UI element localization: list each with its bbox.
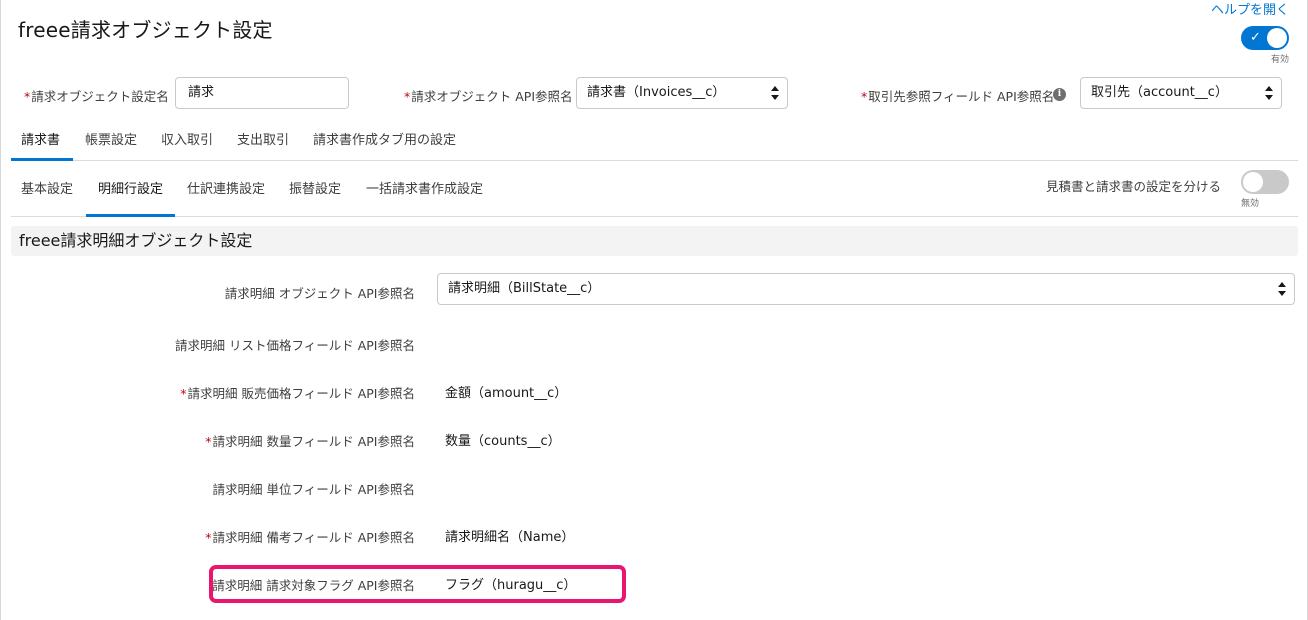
separate-settings-toggle-caption: 無効 <box>1240 199 1259 209</box>
help-link[interactable]: ヘルプを開く <box>1211 0 1289 18</box>
required-marker: * <box>205 434 212 449</box>
page-frame: freee請求オブジェクト設定 ヘルプを開く ✓ 有効 *請求オブジェクト設定名… <box>0 0 1308 620</box>
required-marker: * <box>24 89 31 104</box>
required-marker: * <box>404 89 411 104</box>
object-api-select-value: 請求書（Invoices__c） <box>587 85 726 100</box>
required-marker: * <box>861 89 868 104</box>
enabled-toggle[interactable]: ✓ <box>1241 26 1289 50</box>
tab-form-settings[interactable]: 帳票設定 <box>75 124 147 161</box>
detail-unit-label: 請求明細 単位フィールド API参照名 <box>212 482 415 497</box>
tab-expense-transactions[interactable]: 支出取引 <box>227 124 299 161</box>
detail-quantity-value: 数量（counts__c） <box>445 434 561 449</box>
detail-note-label: *請求明細 備考フィールド API参照名 <box>205 530 415 545</box>
detail-note-value: 請求明細名（Name） <box>445 530 575 545</box>
account-ref-select[interactable]: 取引先（account__c） <box>1080 77 1282 109</box>
tab-invoice[interactable]: 請求書 <box>11 124 73 161</box>
tab-invoice-creation-settings[interactable]: 請求書作成タブ用の設定 <box>303 124 466 161</box>
tab-basic-settings[interactable]: 基本設定 <box>11 170 83 217</box>
tab-bulk-invoice-settings[interactable]: 一括請求書作成設定 <box>356 170 493 217</box>
detail-object-api-label: 請求明細 オブジェクト API参照名 <box>224 286 415 301</box>
toggle-knob <box>1267 28 1287 48</box>
highlight-annotation <box>209 565 626 603</box>
detail-object-api-select[interactable]: 請求明細（BillState__c） <box>437 273 1295 305</box>
detail-sale-price-value: 金額（amount__c） <box>445 386 568 401</box>
info-icon[interactable]: i <box>1053 88 1066 101</box>
page-title: freee請求オブジェクト設定 <box>18 18 273 42</box>
object-api-select[interactable]: 請求書（Invoices__c） <box>576 77 788 109</box>
detail-quantity-label: *請求明細 数量フィールド API参照名 <box>205 434 415 449</box>
object-name-label: *請求オブジェクト設定名 <box>24 89 169 104</box>
tab-income-transactions[interactable]: 収入取引 <box>151 124 223 161</box>
tab-journal-settings[interactable]: 仕訳連携設定 <box>177 170 275 217</box>
detail-sale-price-label: *請求明細 販売価格フィールド API参照名 <box>180 386 415 401</box>
required-marker: * <box>205 530 212 545</box>
enabled-toggle-caption: 有効 <box>1270 55 1289 65</box>
object-api-label: *請求オブジェクト API参照名 <box>404 89 573 104</box>
required-marker: * <box>180 386 187 401</box>
detail-object-api-select-value: 請求明細（BillState__c） <box>448 281 601 296</box>
account-ref-label: *取引先参照フィールド API参照名 <box>861 89 1055 104</box>
section-header: freee請求明細オブジェクト設定 <box>11 226 1298 256</box>
main-tabs: 請求書 帳票設定 収入取引 支出取引 請求書作成タブ用の設定 <box>11 124 1298 161</box>
select-arrows-icon <box>1278 282 1286 296</box>
tab-transfer-settings[interactable]: 振替設定 <box>279 170 351 217</box>
object-name-input[interactable]: 請求 <box>175 77 349 109</box>
select-arrows-icon <box>1265 86 1273 100</box>
separate-settings-label: 見積書と請求書の設定を分ける <box>1045 179 1221 194</box>
account-ref-select-value: 取引先（account__c） <box>1091 85 1228 100</box>
toggle-knob <box>1243 172 1263 192</box>
separate-settings-toggle[interactable] <box>1241 170 1289 194</box>
select-arrows-icon <box>771 86 779 100</box>
detail-list-price-label: 請求明細 リスト価格フィールド API参照名 <box>175 338 415 353</box>
check-icon: ✓ <box>1250 30 1261 45</box>
tab-line-item-settings[interactable]: 明細行設定 <box>86 170 175 217</box>
